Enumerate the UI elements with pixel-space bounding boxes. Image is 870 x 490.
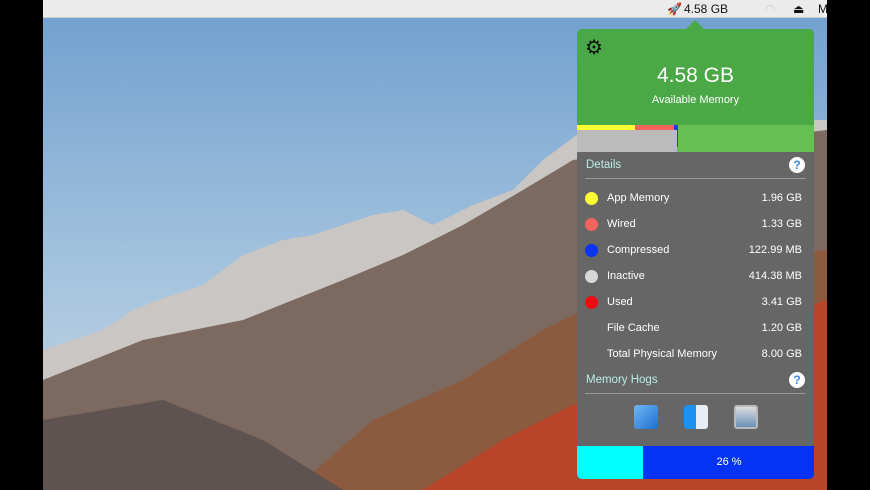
detail-row: Total Physical Memory 8.00 GB xyxy=(577,341,814,367)
detail-value: 414.38 MB xyxy=(748,270,802,282)
memory-hogs-list xyxy=(577,394,814,444)
memory-hogs-header: Memory Hogs? xyxy=(577,367,814,393)
details-label: Details xyxy=(586,159,622,171)
available-memory-label: Available Memory xyxy=(651,94,740,106)
detail-row: Used 3.41 GB xyxy=(577,289,814,315)
color-dot-icon xyxy=(585,322,598,335)
detail-value: 1.33 GB xyxy=(761,218,802,230)
detail-label: File Cache xyxy=(607,322,660,334)
finder-icon[interactable] xyxy=(683,405,708,429)
bar-base xyxy=(577,130,677,152)
detail-value: 1.96 GB xyxy=(761,192,802,204)
detail-label: Used xyxy=(607,296,633,308)
detail-row: App Memory 1.96 GB xyxy=(577,185,814,211)
memory-usage-bar xyxy=(577,125,814,152)
xcode-icon[interactable] xyxy=(633,405,658,429)
cpu-usage-label: 26 % xyxy=(716,456,742,468)
detail-label: Total Physical Memory xyxy=(607,348,718,360)
detail-row: Compressed 122.99 MB xyxy=(577,237,814,263)
detail-value: 3.41 GB xyxy=(761,296,802,308)
menu-item[interactable]: M xyxy=(818,2,828,16)
available-memory-value: 4.58 GB xyxy=(656,64,735,87)
detail-label: Compressed xyxy=(607,244,670,256)
detail-label: Inactive xyxy=(607,270,645,282)
preview-icon[interactable] xyxy=(733,405,758,429)
help-icon[interactable]: ? xyxy=(789,157,805,173)
detail-label: App Memory xyxy=(607,192,670,204)
memory-popover: ⚙ 4.58 GB Available Memory Details? App … xyxy=(577,29,814,479)
eject-icon[interactable]: ⏏ xyxy=(793,2,804,16)
detail-row: File Cache 1.20 GB xyxy=(577,315,814,341)
rocket-icon[interactable]: 🚀 xyxy=(667,2,682,16)
gear-icon[interactable]: ⚙ xyxy=(585,38,603,58)
detail-value: 122.99 MB xyxy=(748,244,802,256)
detail-row: Wired 1.33 GB xyxy=(577,211,814,237)
detail-label: Wired xyxy=(607,218,636,230)
color-dot-icon xyxy=(585,243,598,257)
details-list: App Memory 1.96 GB Wired 1.33 GB Compressed 1… xyxy=(577,179,814,367)
detail-row: Inactive 414.38 MB xyxy=(577,263,814,289)
menu-bar: 🚀 4.58 GB ◠ ⏏ M xyxy=(43,0,828,18)
detail-value: 8.00 GB xyxy=(761,348,802,360)
cpu-usage-bar: 26 % xyxy=(577,446,814,479)
detail-value: 1.20 GB xyxy=(761,322,802,334)
cpu-usage-fill xyxy=(577,446,644,479)
memory-hogs-label: Memory Hogs xyxy=(586,374,658,386)
color-dot-icon xyxy=(585,348,598,361)
wifi-icon[interactable]: ◠ xyxy=(765,2,775,16)
color-dot-icon xyxy=(585,191,598,205)
popover-arrow xyxy=(686,20,704,29)
color-dot-icon xyxy=(585,295,598,309)
available-memory-header: ⚙ 4.58 GB Available Memory xyxy=(577,29,814,125)
color-dot-icon xyxy=(585,269,598,283)
memory-status-item[interactable]: 4.58 GB xyxy=(684,2,728,16)
details-header: Details? xyxy=(577,152,814,178)
help-icon[interactable]: ? xyxy=(789,372,805,388)
color-dot-icon xyxy=(585,217,598,231)
